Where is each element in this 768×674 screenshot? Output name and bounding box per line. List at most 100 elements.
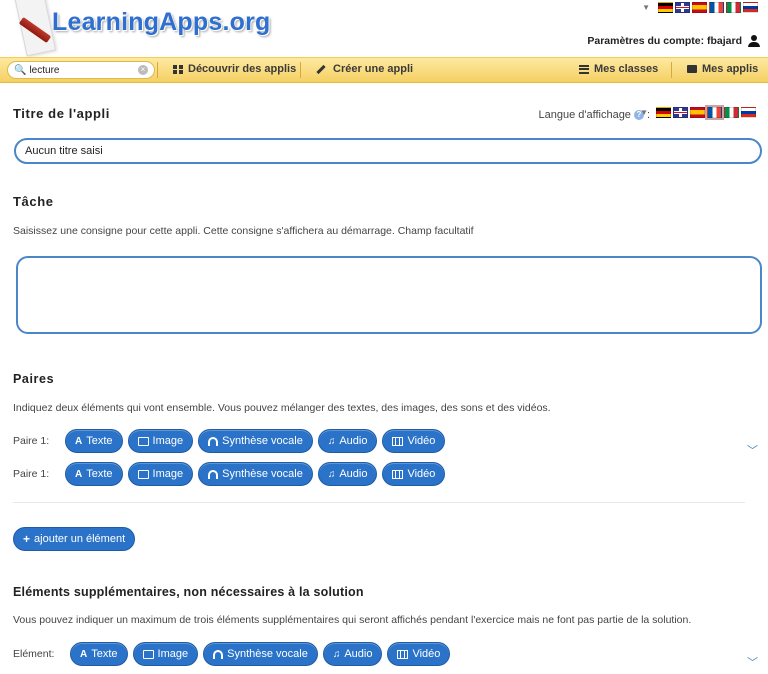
- video-button-label: Vidéo: [407, 435, 436, 447]
- nav-my-classes[interactable]: Mes classes: [579, 63, 658, 75]
- audio-button[interactable]: ♫ Audio: [317, 462, 378, 486]
- list-icon: [579, 64, 589, 74]
- grid-icon: [173, 64, 183, 74]
- headphones-icon: [213, 649, 224, 659]
- flag-fr-icon[interactable]: [709, 2, 724, 13]
- text-icon: A: [80, 648, 88, 660]
- extra-elements-heading: Eléments supplémentaires, non nécessaire…: [13, 585, 364, 599]
- search-input[interactable]: [26, 64, 130, 76]
- image-icon: [142, 649, 154, 659]
- nav-discover-apps[interactable]: Découvrir des applis: [173, 63, 296, 75]
- headphones-icon: [208, 469, 219, 479]
- chevron-down-icon[interactable]: ▼: [642, 3, 650, 12]
- video-button-label: Vidéo: [412, 648, 441, 660]
- audio-button[interactable]: ♫ Audio: [317, 429, 378, 453]
- nav-my-apps[interactable]: Mes applis: [687, 63, 758, 75]
- nav-divider: [671, 62, 672, 78]
- pencil-icon: [316, 64, 326, 74]
- flag-es-icon[interactable]: [690, 107, 705, 118]
- film-icon: [397, 649, 409, 659]
- flag-ru-icon[interactable]: [741, 107, 756, 118]
- image-button-label: Image: [152, 435, 184, 447]
- pair-row: Paire 1: A Texte Image Synthèse vocale ♫ A…: [13, 429, 446, 453]
- video-button[interactable]: Vidéo: [387, 642, 451, 666]
- display-language-text: Langue d'affichage: [538, 109, 631, 121]
- plus-icon: +: [23, 532, 31, 546]
- image-button[interactable]: Image: [127, 462, 194, 486]
- pairs-help-text: Indiquez deux éléments qui vont ensemble…: [13, 402, 551, 414]
- chevron-down-icon[interactable]: ﹀: [747, 654, 758, 670]
- pair-row: Paire 1: A Texte Image Synthèse vocale ♫ A…: [13, 462, 446, 486]
- video-button[interactable]: Vidéo: [382, 429, 446, 453]
- search-box: 🔍 ×: [7, 61, 155, 79]
- text-icon: A: [75, 435, 83, 447]
- nav-divider: [300, 62, 301, 78]
- add-element-label: ajouter un élément: [34, 533, 126, 545]
- audio-button[interactable]: ♫ Audio: [322, 642, 383, 666]
- account-settings-link[interactable]: Paramètres du compte: fbajard: [587, 35, 760, 47]
- chevron-down-icon[interactable]: ▼: [640, 108, 648, 117]
- text-icon: A: [75, 468, 83, 480]
- flag-es-icon[interactable]: [692, 2, 707, 13]
- speech-button[interactable]: Synthèse vocale: [198, 429, 313, 453]
- music-note-icon: ♫: [327, 435, 336, 447]
- pair-label: Paire 1:: [13, 435, 50, 447]
- app-title-heading: Titre de l'appli: [13, 106, 110, 121]
- speech-button[interactable]: Synthèse vocale: [198, 462, 313, 486]
- chevron-down-icon[interactable]: ﹀: [747, 442, 758, 458]
- flag-gb-icon[interactable]: [673, 107, 688, 118]
- speech-button-label: Synthèse vocale: [227, 648, 308, 660]
- language-flags-top: ▼: [642, 2, 758, 13]
- search-icon: 🔍: [14, 64, 27, 76]
- video-button-label: Vidéo: [407, 468, 436, 480]
- main-navbar: 🔍 × Découvrir des applis Créer une appli…: [0, 57, 768, 83]
- flag-gb-icon[interactable]: [675, 2, 690, 13]
- audio-button-label: Audio: [344, 648, 373, 660]
- nav-create-label: Créer une appli: [333, 63, 414, 75]
- logo[interactable]: LearningApps.org: [0, 0, 270, 62]
- audio-button-label: Audio: [339, 435, 368, 447]
- app-title-input[interactable]: [14, 138, 762, 164]
- user-icon: [748, 35, 760, 47]
- text-button-label: Texte: [86, 435, 113, 447]
- speech-button[interactable]: Synthèse vocale: [203, 642, 318, 666]
- image-icon: [137, 436, 149, 446]
- text-button-label: Texte: [91, 648, 118, 660]
- element-label: Elément:: [13, 648, 55, 660]
- task-help-text: Saisissez une consigne pour cette appli.…: [13, 225, 474, 237]
- folder-icon: [687, 65, 697, 73]
- flag-de-icon[interactable]: [658, 2, 673, 13]
- audio-button-label: Audio: [339, 468, 368, 480]
- flag-it-icon[interactable]: [724, 107, 739, 118]
- flag-it-icon[interactable]: [726, 2, 741, 13]
- nav-classes-label: Mes classes: [594, 63, 659, 75]
- task-textarea[interactable]: [16, 256, 762, 334]
- pair-label: Paire 1:: [13, 468, 50, 480]
- nav-discover-label: Découvrir des applis: [188, 63, 297, 75]
- nav-create-app[interactable]: Créer une appli: [316, 63, 413, 75]
- music-note-icon: ♫: [332, 648, 341, 660]
- flag-de-icon[interactable]: [656, 107, 671, 118]
- flag-fr-selected-icon[interactable]: [705, 105, 724, 120]
- music-note-icon: ♫: [327, 468, 336, 480]
- video-button[interactable]: Vidéo: [382, 462, 446, 486]
- flag-ru-icon[interactable]: [743, 2, 758, 13]
- nav-divider: [157, 62, 158, 78]
- account-label: Paramètres du compte: fbajard: [587, 35, 742, 47]
- nav-apps-label: Mes applis: [702, 63, 759, 75]
- text-button[interactable]: A Texte: [70, 642, 128, 666]
- image-button[interactable]: Image: [132, 642, 199, 666]
- clear-search-icon[interactable]: ×: [138, 65, 148, 75]
- text-button[interactable]: A Texte: [65, 429, 123, 453]
- text-button[interactable]: A Texte: [65, 462, 123, 486]
- text-button-label: Texte: [86, 468, 113, 480]
- task-heading: Tâche: [13, 194, 54, 209]
- speech-button-label: Synthèse vocale: [222, 435, 303, 447]
- speech-button-label: Synthèse vocale: [222, 468, 303, 480]
- logo-text: LearningApps.org: [52, 8, 271, 36]
- pairs-heading: Paires: [13, 372, 55, 386]
- image-button[interactable]: Image: [127, 429, 194, 453]
- add-element-button[interactable]: + ajouter un élément: [13, 527, 136, 551]
- film-icon: [392, 469, 404, 479]
- image-icon: [137, 469, 149, 479]
